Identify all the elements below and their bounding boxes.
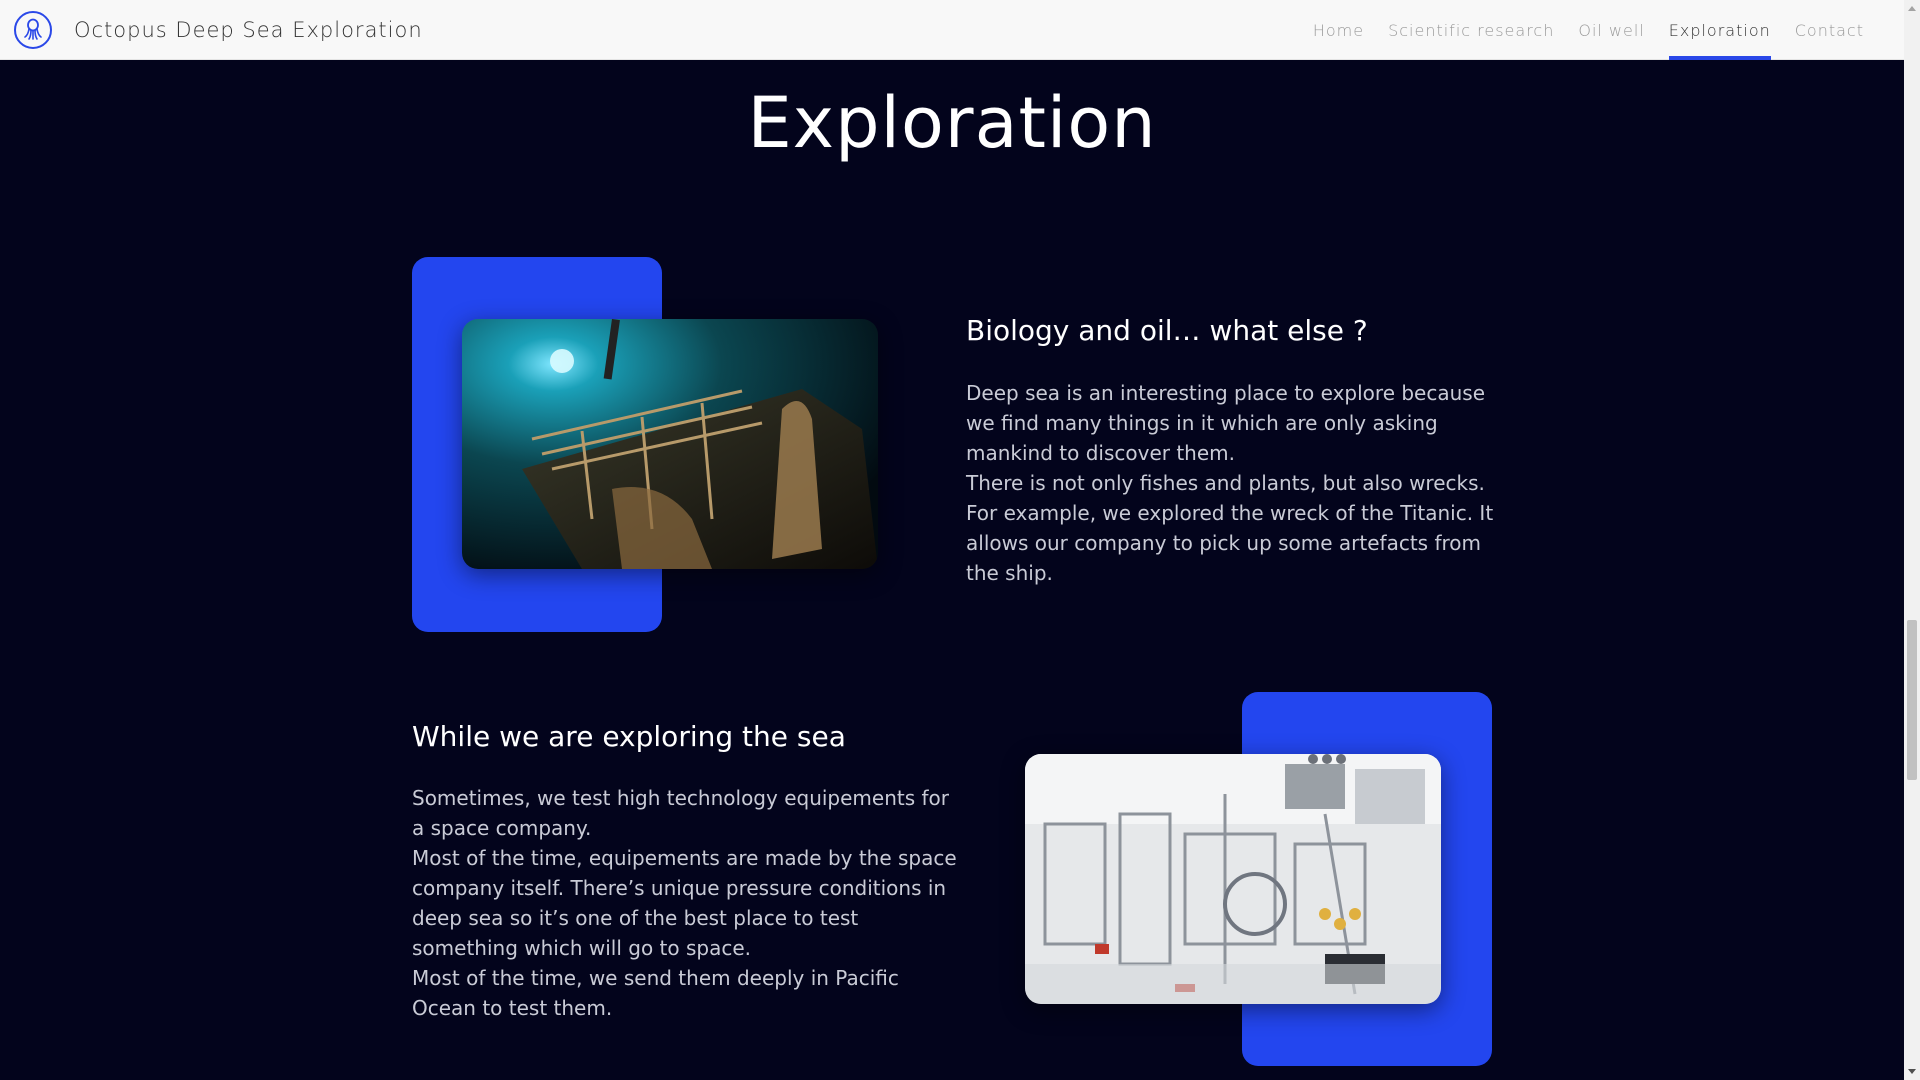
octopus-icon[interactable] [14,10,52,49]
scroll-thumb[interactable] [1907,620,1917,780]
nav-link-home[interactable]: Home [1301,0,1376,60]
nav-links: Home Scientific research Oil well Explor… [1301,0,1876,60]
scroll-down-icon[interactable] [1908,1069,1916,1074]
section-text: Deep sea is an interesting place to expl… [966,378,1496,588]
nav-link-oil-well[interactable]: Oil well [1566,0,1656,60]
brand-title[interactable]: Octopus Deep Sea Exploration [74,18,423,42]
navbar: Octopus Deep Sea Exploration Home Scient… [0,0,1904,60]
brand[interactable]: Octopus Deep Sea Exploration [14,10,423,49]
section-title: Biology and oil… what else ? [966,314,1368,347]
paragraph: There is not only fishes and plants, but… [966,471,1494,585]
paragraph: Most of the time, equipements are made b… [412,846,957,960]
section-title: While we are exploring the sea [412,720,846,753]
paragraph: Most of the time, we send them deeply in… [412,966,899,1020]
spacecraft-lab-image [1025,754,1441,1004]
nav-link-exploration[interactable]: Exploration [1657,0,1783,60]
nav-link-scientific-research[interactable]: Scientific research [1376,0,1566,60]
page-scrollbar[interactable] [1904,0,1920,1080]
page-title: Exploration [747,82,1157,164]
scroll-up-icon[interactable] [1908,6,1916,11]
paragraph: Deep sea is an interesting place to expl… [966,381,1486,465]
section-text: Sometimes, we test high technology equip… [412,783,962,1023]
titanic-wreck-image [462,319,878,569]
paragraph: Sometimes, we test high technology equip… [412,786,950,840]
nav-link-contact[interactable]: Contact [1783,0,1876,60]
